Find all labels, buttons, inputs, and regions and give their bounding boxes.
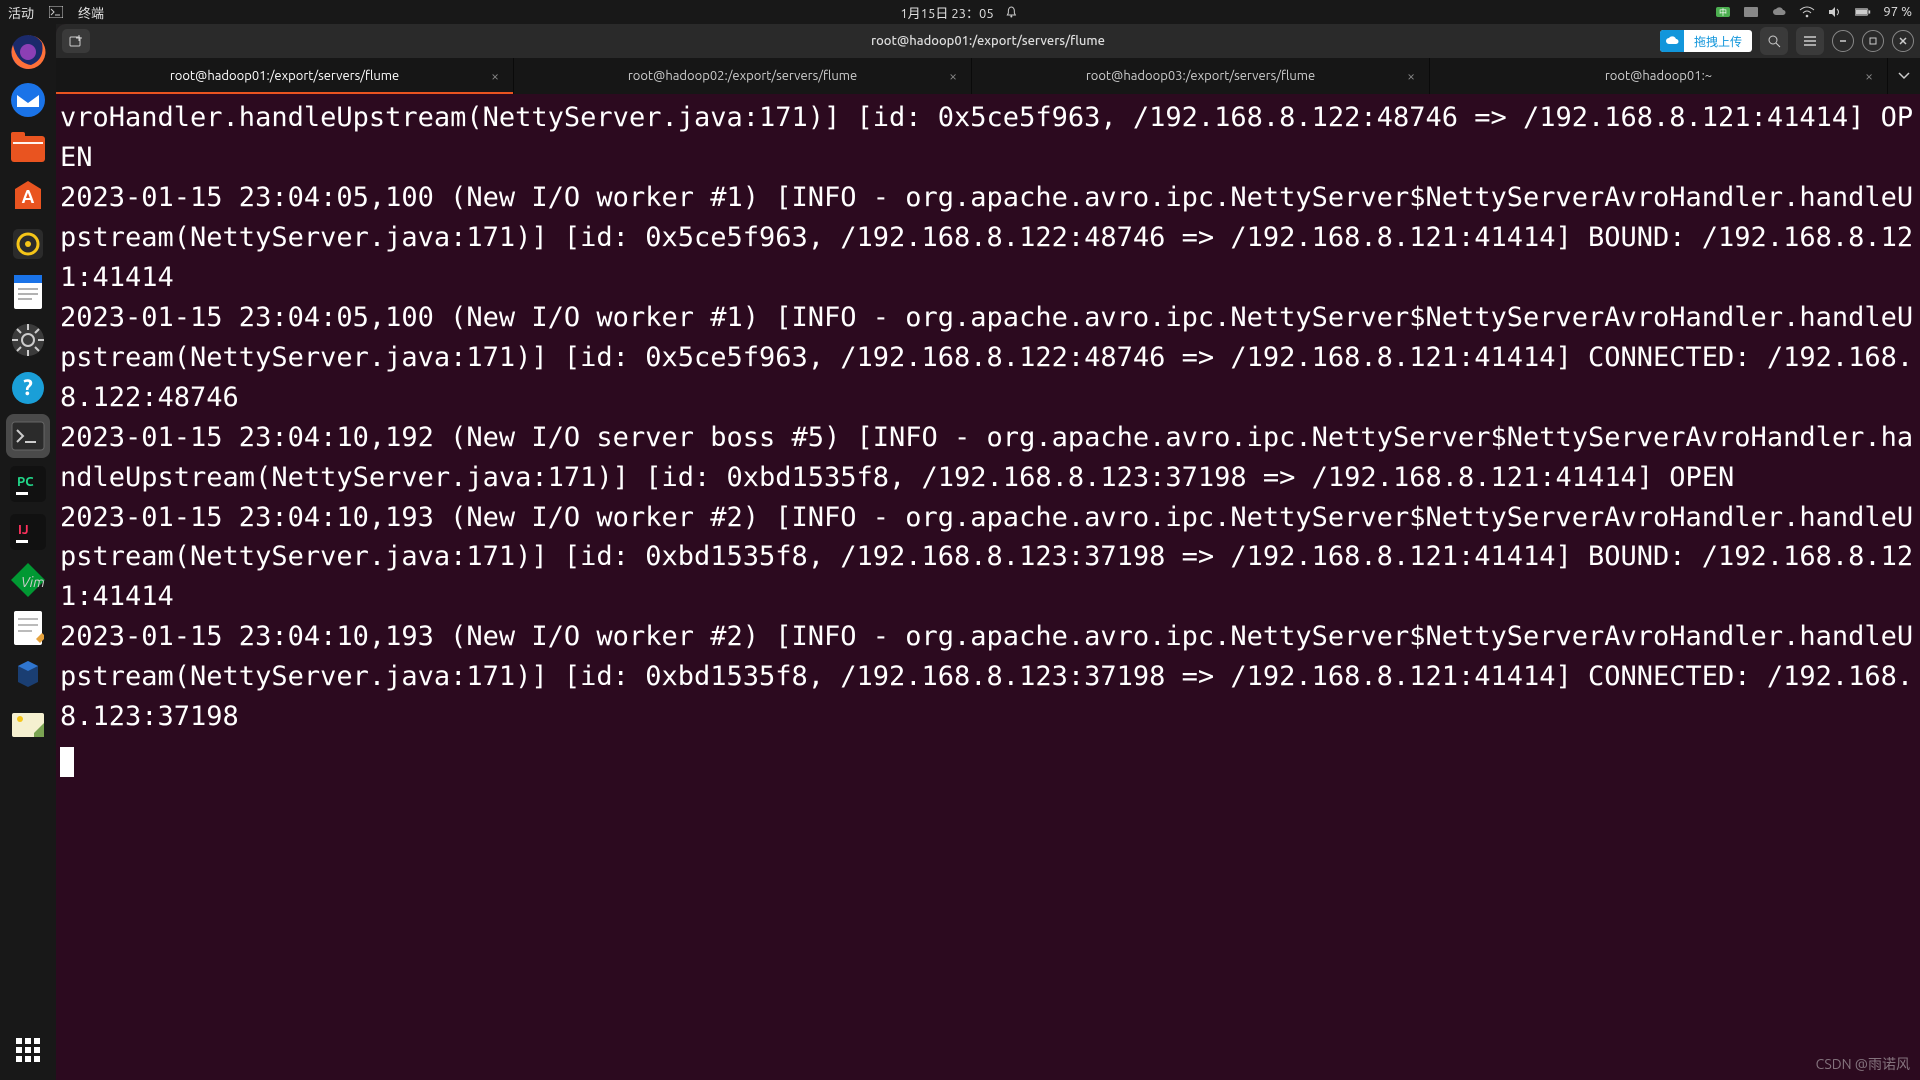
system-topbar: 活动 终端 1月15日 23：05 中 97 %: [0, 0, 1920, 24]
dock: A ? PC IJ Vim: [0, 24, 56, 1080]
cloud-upload-icon: [1660, 30, 1684, 52]
upload-badge[interactable]: 拖拽上传: [1660, 30, 1752, 52]
dock-virtualbox[interactable]: [6, 654, 50, 698]
dock-intellij[interactable]: IJ: [6, 510, 50, 554]
apps-grid-icon: [16, 1038, 40, 1062]
clock-label[interactable]: 1月15日 23：05: [900, 3, 993, 22]
dock-files[interactable]: [6, 126, 50, 170]
svg-text:中: 中: [1719, 7, 1727, 17]
terminal-app-icon: [48, 4, 64, 20]
show-applications-button[interactable]: [6, 1028, 50, 1072]
close-button[interactable]: [1892, 30, 1914, 52]
dock-software[interactable]: A: [6, 174, 50, 218]
tab-label: root@hadoop01:/export/servers/flume: [170, 69, 399, 83]
dock-terminal[interactable]: [6, 414, 50, 458]
window-titlebar: root@hadoop01:/export/servers/flume 拖拽上传: [56, 24, 1920, 58]
battery-icon[interactable]: [1855, 4, 1871, 20]
tab-hadoop01-home[interactable]: root@hadoop01:~ ×: [1430, 58, 1888, 94]
watermark: CSDN @雨诺风: [1816, 1054, 1910, 1074]
dock-gedit[interactable]: [6, 606, 50, 650]
dock-vim[interactable]: Vim: [6, 558, 50, 602]
window-title: root@hadoop01:/export/servers/flume: [871, 34, 1105, 48]
cursor: [60, 747, 74, 777]
svg-text:?: ?: [23, 375, 33, 400]
input-method-icon[interactable]: 中: [1715, 4, 1731, 20]
activities-button[interactable]: 活动: [8, 3, 34, 22]
dock-settings[interactable]: [6, 318, 50, 362]
dock-firefox[interactable]: [6, 30, 50, 74]
minimize-button[interactable]: [1832, 30, 1854, 52]
cloud-tray-icon[interactable]: [1771, 4, 1787, 20]
new-tab-button[interactable]: [62, 29, 90, 53]
dock-rhythmbox[interactable]: [6, 222, 50, 266]
tab-label: root@hadoop03:/export/servers/flume: [1086, 69, 1315, 83]
terminal-window: root@hadoop01:/export/servers/flume 拖拽上传…: [56, 24, 1920, 1080]
battery-percent-label: 97 %: [1883, 5, 1912, 19]
volume-icon[interactable]: [1827, 4, 1843, 20]
dock-screenshot[interactable]: [6, 702, 50, 746]
tabs-overflow-button[interactable]: [1888, 58, 1920, 94]
search-button[interactable]: [1760, 27, 1788, 55]
close-icon[interactable]: ×: [1407, 68, 1415, 84]
app-name-label: 终端: [78, 3, 104, 22]
dock-thunderbird[interactable]: [6, 78, 50, 122]
terminal-tabs: root@hadoop01:/export/servers/flume × ro…: [56, 58, 1920, 94]
tab-hadoop03-flume[interactable]: root@hadoop03:/export/servers/flume ×: [972, 58, 1430, 94]
maximize-button[interactable]: [1862, 30, 1884, 52]
dock-help[interactable]: ?: [6, 366, 50, 410]
dock-pycharm[interactable]: PC: [6, 462, 50, 506]
close-icon[interactable]: ×: [949, 68, 957, 84]
upload-label: 拖拽上传: [1684, 33, 1752, 50]
bell-icon[interactable]: [1004, 4, 1020, 20]
terminal-output[interactable]: vroHandler.handleUpstream(NettyServer.ja…: [56, 94, 1920, 1080]
svg-text:PC: PC: [17, 475, 34, 489]
dock-writer[interactable]: [6, 270, 50, 314]
terminal-text: vroHandler.handleUpstream(NettyServer.ja…: [60, 102, 1913, 732]
svg-text:IJ: IJ: [18, 523, 29, 537]
tab-hadoop01-flume[interactable]: root@hadoop01:/export/servers/flume ×: [56, 58, 514, 94]
svg-text:Vim: Vim: [21, 574, 45, 590]
wifi-icon[interactable]: [1799, 4, 1815, 20]
tab-label: root@hadoop01:~: [1605, 69, 1712, 83]
svg-text:A: A: [22, 187, 35, 207]
close-icon[interactable]: ×: [491, 68, 499, 84]
tab-hadoop02-flume[interactable]: root@hadoop02:/export/servers/flume ×: [514, 58, 972, 94]
hamburger-menu-button[interactable]: [1796, 27, 1824, 55]
tab-label: root@hadoop02:/export/servers/flume: [628, 69, 857, 83]
tray-icon[interactable]: [1743, 4, 1759, 20]
close-icon[interactable]: ×: [1865, 68, 1873, 84]
